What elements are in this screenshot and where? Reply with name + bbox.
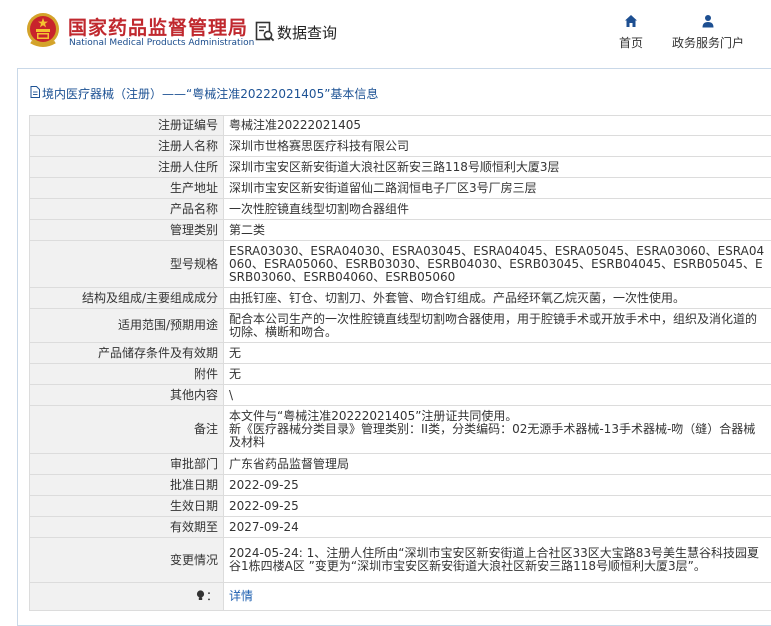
document-icon [30,86,40,98]
field-label: 变更情况 [29,537,224,583]
user-icon [702,15,714,28]
field-label: 附件 [29,363,224,385]
field-value: ESRA03030、ESRA04030、ESRA03045、ESRA04045、… [223,240,771,288]
detail-label-colon: ： [205,589,218,603]
agency-name-en: National Medical Products Administration [69,38,255,48]
panel-title-text: 境内医疗器械（注册）——“粤械注准20222021405”基本信息 [42,87,379,101]
nav-services-label: 政务服务门户 [671,36,744,50]
field-label: 生效日期 [29,495,224,517]
field-value: 配合本公司生产的一次性腔镜直线型切割吻合器使用，用于腔镜手术或开放手术中，组织及… [223,308,771,343]
table-row: 适用范围/预期用途 配合本公司生产的一次性腔镜直线型切割吻合器使用，用于腔镜手术… [29,308,771,343]
field-value: 2022-09-25 [223,474,771,496]
field-value: \ [223,384,771,406]
field-value: 2022-09-25 [223,495,771,517]
table-row: 变更情况 2024-05-24: 1、注册人住所由“深圳市宝安区新安街道上合社区… [29,537,771,583]
bulb-icon [196,590,205,600]
field-value: 一次性腔镜直线型切割吻合器组件 [223,198,771,220]
table-row: 型号规格 ESRA03030、ESRA04030、ESRA03045、ESRA0… [29,240,771,288]
home-icon [625,15,637,27]
table-row: 审批部门 广东省药品监督管理局 [29,453,771,475]
table-row: 管理类别 第二类 [29,219,771,241]
table-row: 附件 无 [29,363,771,385]
field-value: 2024-05-24: 1、注册人住所由“深圳市宝安区新安街道上合社区33区大宝… [223,537,771,583]
table-row: 结构及组成/主要组成成分 由抵钉座、钉仓、切割刀、外套管、吻合钉组成。产品经环氧… [29,287,771,309]
field-label: 管理类别 [29,219,224,241]
field-label: 有效期至 [29,516,224,538]
field-value: 2027-09-24 [223,516,771,538]
field-label: 注册证编号 [29,115,224,136]
panel-title: 境内医疗器械（注册）——“粤械注准20222021405”基本信息 [18,69,771,115]
data-query-button[interactable]: 数据查询 [255,19,337,45]
record-panel: 境内医疗器械（注册）——“粤械注准20222021405”基本信息 注册证编号 … [17,68,771,626]
field-value: 深圳市宝安区新安街道大浪社区新安三路118号顺恒利大厦3层 [223,156,771,178]
table-row: 其他内容 \ [29,384,771,406]
field-value: 第二类 [223,219,771,241]
data-query-label: 数据查询 [277,23,338,42]
field-value: 无 [223,363,771,385]
detail-link[interactable]: 详情 [229,589,253,603]
agency-name-cn: 国家药品监督管理局 [68,17,249,39]
field-value: 无 [223,342,771,364]
detail-cell: 详情 [223,582,771,611]
field-label: 其他内容 [29,384,224,406]
record-table: 注册证编号 粤械注准20222021405 注册人名称 深圳市世格赛思医疗科技有… [29,115,771,611]
field-value: 粤械注准20222021405 [223,115,771,136]
field-label: 产品储存条件及有效期 [29,342,224,364]
nav-services-portal[interactable]: 政务服务门户 [668,14,748,51]
field-value: 深圳市世格赛思医疗科技有限公司 [223,135,771,157]
field-value: 深圳市宝安区新安街道留仙二路润恒电子厂区3号厂房三层 [223,177,771,199]
site-header: 国家药品监督管理局 National Medical Products Admi… [0,0,771,66]
field-label: 注册人名称 [29,135,224,157]
table-row: 注册人住所 深圳市宝安区新安街道大浪社区新安三路118号顺恒利大厦3层 [29,156,771,178]
field-label: 注册人住所 [29,156,224,178]
table-row: 批准日期 2022-09-25 [29,474,771,496]
field-value: 广东省药品监督管理局 [223,453,771,475]
table-row: 注册证编号 粤械注准20222021405 [29,115,771,136]
field-label: 结构及组成/主要组成成分 [29,287,224,309]
nav-home-label: 首页 [618,36,643,50]
field-label: 备注 [29,405,224,454]
national-emblem-icon [27,13,59,47]
nav-home[interactable]: 首页 [616,14,646,51]
field-label: 适用范围/预期用途 [29,308,224,343]
field-value: 由抵钉座、钉仓、切割刀、外套管、吻合钉组成。产品经环氧乙烷灭菌，一次性使用。 [223,287,771,309]
table-row: 产品名称 一次性腔镜直线型切割吻合器组件 [29,198,771,220]
table-row: 产品储存条件及有效期 无 [29,342,771,364]
field-label: 批准日期 [29,474,224,496]
field-label: 产品名称 [29,198,224,220]
field-value: 本文件与“粤械注准20222021405”注册证共同使用。 新《医疗器械分类目录… [223,405,771,454]
detail-label-cell: ： [29,582,224,611]
field-label: 生产地址 [29,177,224,199]
document-search-icon [255,21,275,42]
table-row: ： 详情 [29,582,771,611]
table-row: 注册人名称 深圳市世格赛思医疗科技有限公司 [29,135,771,157]
field-label: 审批部门 [29,453,224,475]
table-row: 生效日期 2022-09-25 [29,495,771,517]
table-row: 生产地址 深圳市宝安区新安街道留仙二路润恒电子厂区3号厂房三层 [29,177,771,199]
table-row: 备注 本文件与“粤械注准20222021405”注册证共同使用。 新《医疗器械分… [29,405,771,454]
field-label: 型号规格 [29,240,224,288]
table-row: 有效期至 2027-09-24 [29,516,771,538]
